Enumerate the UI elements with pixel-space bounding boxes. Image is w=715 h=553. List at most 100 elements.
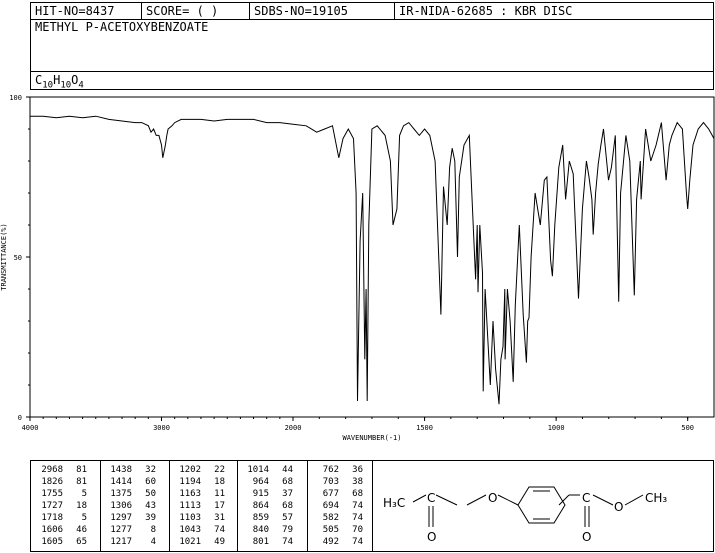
peak-transmittance: 74: [282, 537, 293, 547]
compound-name: METHYL P-ACETOXYBENZOATE: [35, 20, 209, 34]
score-field: SCORE= ( ): [146, 4, 219, 18]
peak-wavenumber: 801: [252, 537, 269, 547]
peak-row: 1826 81: [37, 476, 87, 488]
peak-row: 1755 5: [37, 488, 87, 500]
header-panel: HIT-NO=8437 SCORE= ( ) SDBS-NO=19105 IR-…: [30, 2, 714, 90]
peak-wavenumber: 1605: [41, 537, 63, 547]
peak-table-panel: 2968 81 1826 81 1755 5 1727 18 1718 5 1606 46 1605 65…: [30, 460, 714, 552]
peak-row: 1297 39: [106, 512, 156, 524]
peak-wavenumber: 694: [322, 501, 339, 511]
peak-wavenumber: 1826: [41, 477, 63, 487]
peak-wavenumber: 1277: [110, 525, 132, 535]
peak-transmittance: 5: [81, 513, 87, 523]
peak-column: 1202 22 1194 18 1163 11 1113 17 1103 31 1043 74 1021…: [175, 464, 225, 548]
x-tick-label: 2000: [285, 424, 302, 432]
table-divider: [237, 461, 238, 551]
peak-transmittance: 36: [352, 465, 363, 475]
peak-transmittance: 74: [214, 525, 225, 535]
peak-row: 762 36: [313, 464, 363, 476]
peak-transmittance: 31: [214, 513, 225, 523]
methyl-group-right: CH₃: [645, 491, 667, 505]
plot-frame: [29, 96, 715, 418]
peak-row: 1438 32: [106, 464, 156, 476]
peak-transmittance: 60: [145, 477, 156, 487]
peak-row: 1113 17: [175, 500, 225, 512]
y-tick-label: 50: [14, 254, 22, 262]
peak-wavenumber: 1375: [110, 489, 132, 499]
peak-wavenumber: 1718: [41, 513, 63, 523]
peak-row: 505 70: [313, 524, 363, 536]
peak-transmittance: 70: [352, 525, 363, 535]
peak-wavenumber: 1217: [110, 537, 132, 547]
peak-row: 1277 8: [106, 524, 156, 536]
structure-bonds: [412, 486, 644, 527]
peak-transmittance: 5: [81, 489, 87, 499]
ester-oxygen-right: O: [614, 500, 623, 514]
peak-transmittance: 79: [282, 525, 293, 535]
peak-row: 2968 81: [37, 464, 87, 476]
peak-wavenumber: 1113: [179, 501, 201, 511]
peak-transmittance: 8: [150, 525, 156, 535]
peak-row: 1375 50: [106, 488, 156, 500]
peak-transmittance: 22: [214, 465, 225, 475]
peak-wavenumber: 1438: [110, 465, 132, 475]
hit-number: HIT-NO=8437: [35, 4, 115, 18]
peak-wavenumber: 1727: [41, 501, 63, 511]
carbonyl-oxygen-right: O: [582, 530, 591, 544]
peak-wavenumber: 1021: [179, 537, 201, 547]
peak-row: 1202 22: [175, 464, 225, 476]
spectrum-line: [30, 115, 715, 405]
x-tick-label: 3000: [153, 424, 170, 432]
peak-wavenumber: 1306: [110, 501, 132, 511]
peak-transmittance: 68: [282, 477, 293, 487]
methyl-group-left: H₃C: [383, 496, 405, 510]
peak-row: 1414 60: [106, 476, 156, 488]
peak-row: 1718 5: [37, 512, 87, 524]
x-tick-label: 500: [681, 424, 694, 432]
table-divider: [100, 461, 101, 551]
peak-row: 859 57: [243, 512, 293, 524]
peak-wavenumber: 864: [252, 501, 269, 511]
peak-row: 1727 18: [37, 500, 87, 512]
sdbs-number: SDBS-NO=19105: [254, 4, 348, 18]
peak-wavenumber: 840: [252, 525, 269, 535]
peak-transmittance: 4: [150, 537, 156, 547]
peak-row: 677 68: [313, 488, 363, 500]
peak-transmittance: 11: [214, 489, 225, 499]
peak-row: 1014 44: [243, 464, 293, 476]
peak-wavenumber: 1163: [179, 489, 201, 499]
peak-row: 694 74: [313, 500, 363, 512]
peak-row: 964 68: [243, 476, 293, 488]
x-tick-label: 1500: [416, 424, 433, 432]
peak-wavenumber: 1014: [247, 465, 269, 475]
y-axis-label: TRANSMITTANCE(%): [0, 223, 8, 290]
peak-transmittance: 57: [282, 513, 293, 523]
carbon-atom-right: C: [582, 491, 590, 505]
peak-row: 1043 74: [175, 524, 225, 536]
peak-row: 1217 4: [106, 536, 156, 548]
peak-transmittance: 74: [352, 537, 363, 547]
peak-transmittance: 17: [214, 501, 225, 511]
peak-transmittance: 39: [145, 513, 156, 523]
peak-transmittance: 43: [145, 501, 156, 511]
peak-transmittance: 37: [282, 489, 293, 499]
peak-transmittance: 38: [352, 477, 363, 487]
peak-wavenumber: 1755: [41, 489, 63, 499]
peak-wavenumber: 1414: [110, 477, 132, 487]
peak-transmittance: 50: [145, 489, 156, 499]
ester-oxygen-left: O: [488, 491, 497, 505]
header-rule: [31, 71, 713, 72]
peak-wavenumber: 703: [322, 477, 339, 487]
peak-transmittance: 74: [352, 513, 363, 523]
peak-wavenumber: 1202: [179, 465, 201, 475]
peak-wavenumber: 1606: [41, 525, 63, 535]
peak-row: 1606 46: [37, 524, 87, 536]
peak-wavenumber: 859: [252, 513, 269, 523]
peak-transmittance: 81: [76, 477, 87, 487]
peak-wavenumber: 964: [252, 477, 269, 487]
carbon-atom-left: C: [427, 491, 435, 505]
peak-wavenumber: 492: [322, 537, 339, 547]
peak-wavenumber: 505: [322, 525, 339, 535]
chemical-structure: H₃C C O O C O O CH₃: [383, 486, 667, 544]
x-tick-label: 1000: [548, 424, 565, 432]
